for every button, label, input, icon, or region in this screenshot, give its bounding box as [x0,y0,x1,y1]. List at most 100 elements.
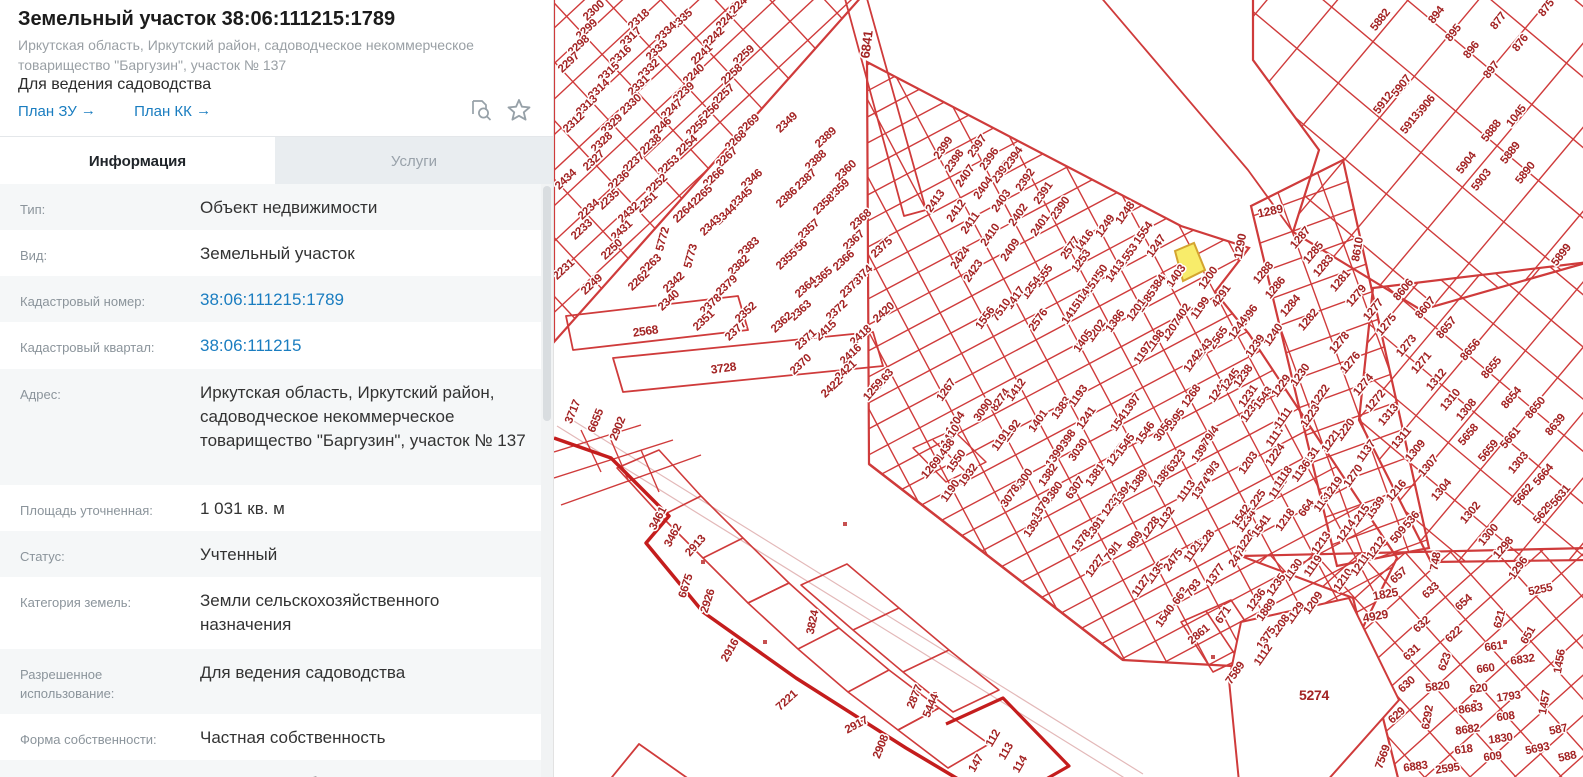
parcel-number-label[interactable]: 875 [1535,0,1559,21]
parcel-number-label[interactable]: 1287 [1287,223,1315,252]
scrollbar-thumb[interactable] [543,186,551,421]
parcel-number-label[interactable]: 1193 [1065,382,1091,411]
parcel-number-label[interactable]: 1111 [1271,403,1297,432]
parcel-number-label[interactable]: 2249 [577,271,606,299]
parcel-number-label[interactable]: 1281 [1327,266,1355,296]
parcel-number-label[interactable]: 5820 [1423,678,1452,696]
parcel-number-label[interactable]: 2902 [607,414,630,444]
parcel-number-label[interactable]: 1119 [1300,552,1326,581]
parcel-number-label[interactable]: 1045 [1503,101,1531,131]
parcel-number-label[interactable]: 1309 [1402,436,1430,465]
parcel-number-label[interactable]: 748 [1427,549,1445,573]
parcel-number-label[interactable]: 7569 [1372,742,1395,772]
parcel-number-label[interactable]: 1290 [1229,230,1250,261]
parcel-number-label[interactable]: 5888 [1478,116,1506,146]
parcel-number-label[interactable]: 113 [995,739,1017,763]
cadastral-block-link[interactable]: 38:06:111215 [200,334,533,358]
parcel-number-label[interactable]: 1303 [1505,448,1533,477]
parcel-number-label[interactable]: 895 [1442,20,1466,46]
parcel-number-label[interactable]: 2916 [718,635,744,665]
parcel-number-label[interactable]: 1457 [1536,688,1555,717]
parcel-number-label[interactable]: 8657 [1433,313,1461,342]
parcel-number-label[interactable]: 5274 [1298,686,1332,705]
parcel-number-label[interactable]: 2415 [811,316,841,345]
parcel-number-label[interactable]: 1298 [1490,533,1518,563]
parcel-number-label[interactable]: 1377 [1202,560,1229,590]
plan-kk-link[interactable]: План КК → [134,102,211,120]
parcel-number-label[interactable]: 2913 [682,531,710,560]
parcel-number-label[interactable]: 2595 [1433,760,1463,777]
parcel-number-label[interactable]: 6655 [585,405,609,436]
parcel-number-label[interactable]: 1289 [1255,200,1286,222]
parcel-number-label[interactable]: 894 [1425,2,1449,28]
parcel-number-label[interactable]: 1277 [1360,295,1388,324]
parcel-number-label[interactable]: 2231 [549,255,579,284]
parcel-number-label[interactable]: 1241 [1073,403,1100,434]
parcel-number-label[interactable]: 661 [1482,638,1506,656]
parcel-number-label[interactable]: 1456 [1551,647,1570,676]
parcel-number-label[interactable]: 2233 [567,216,596,244]
parcel-number-label[interactable]: 2877 [904,682,927,712]
parcel-number-label[interactable]: 5659 [1475,436,1503,465]
parcel-number-label[interactable]: 1300 [1475,520,1503,549]
parcel-number-label[interactable]: 7221 [772,686,802,715]
parcel-number-label[interactable]: 660 [1474,660,1497,677]
parcel-number-label[interactable]: 5890 [1512,158,1539,188]
parcel-number-label[interactable]: 2375 [867,233,897,262]
parcel-number-label[interactable]: 2340 [654,287,683,315]
parcel-number-label[interactable]: 1381 [1082,460,1109,491]
parcel-number-label[interactable]: 5903 [1468,165,1495,195]
parcel-number-label[interactable]: 3717 [562,397,585,427]
tab-services[interactable]: Услуги [275,137,553,185]
parcel-number-label[interactable]: 609 [1481,748,1504,765]
parcel-number-label[interactable]: 2576 [1025,305,1052,335]
parcel-number-label[interactable]: 8682 [1453,721,1482,739]
parcel-number-label[interactable]: 1282 [1295,305,1323,334]
parcel-number-label[interactable]: 5255 [1526,580,1556,600]
cadastral-number-link[interactable]: 38:06:111215:1789 [200,288,533,312]
parcel-number-label[interactable]: 5661 [1497,423,1525,453]
parcel-number-label[interactable]: 8655 [1478,353,1506,383]
parcel-number-label[interactable]: 2333 [642,37,671,65]
parcel-number-label[interactable]: 1302 [1457,498,1485,527]
parcel-number-label[interactable]: 1386 [1102,306,1129,336]
parcel-number-label[interactable]: 1273 [1393,331,1421,360]
parcel-number-label[interactable]: 5889 [1497,138,1524,168]
parcel-number-label[interactable]: 8650 [1522,393,1550,422]
parcel-number-label[interactable]: 633 [1419,579,1444,603]
zoom-to-object-icon[interactable] [469,98,493,122]
parcel-number-label[interactable]: 2410 [977,220,1004,250]
parcel-number-label[interactable]: 2386 [772,184,801,212]
parcel-number-label[interactable]: 5772 [653,224,674,254]
parcel-number-label[interactable]: 8607 [1412,293,1440,322]
parcel-number-label[interactable]: 2420 [869,299,898,327]
parcel-number-label[interactable]: 6292 [1419,703,1438,732]
parcel-number-label[interactable]: 1278 [1326,328,1354,358]
parcel-number-label[interactable]: 1249 [1092,211,1119,241]
parcel-number-label[interactable]: 2403 [988,186,1015,216]
parcel-number-label[interactable]: 2568 [630,321,661,341]
parcel-number-label[interactable]: 876 [1509,31,1533,56]
parcel-number-label[interactable]: 5664 [1530,460,1558,490]
parcel-number-label[interactable]: 2409 [997,235,1024,265]
parcel-number-label[interactable]: 1203 [1235,448,1262,478]
parcel-number-label[interactable]: 1830 [1486,730,1515,748]
parcel-number-label[interactable]: 79/4 [1198,422,1223,450]
favorite-star-icon[interactable] [507,98,531,122]
parcel-number-label[interactable]: 2389 [811,124,840,152]
parcel-number-label[interactable]: 1307 [1415,451,1443,480]
parcel-number-label[interactable]: 5693 [1523,739,1552,759]
parcel-number-label[interactable]: 2387 [791,166,820,194]
parcel-number-label[interactable]: 1304 [1428,475,1456,505]
parcel-number-label[interactable]: 2351 [689,306,719,335]
parcel-number-label[interactable]: 618 [1452,741,1476,759]
parcel-number-label[interactable]: 621 [1490,606,1510,631]
parcel-number-label[interactable]: 3728 [708,358,739,378]
parcel-number-label[interactable]: 2475 [1160,545,1187,576]
parcel-number-label[interactable]: 2917 [842,713,872,738]
parcel-number-label[interactable]: 1793 [1494,688,1523,706]
parcel-number-label[interactable]: 1286 [1262,273,1290,302]
parcel-number-label[interactable]: 632 [1410,613,1435,637]
parcel-number-label[interactable]: 2413 [922,186,949,216]
parcel-number-label[interactable]: 1276 [1337,348,1365,377]
